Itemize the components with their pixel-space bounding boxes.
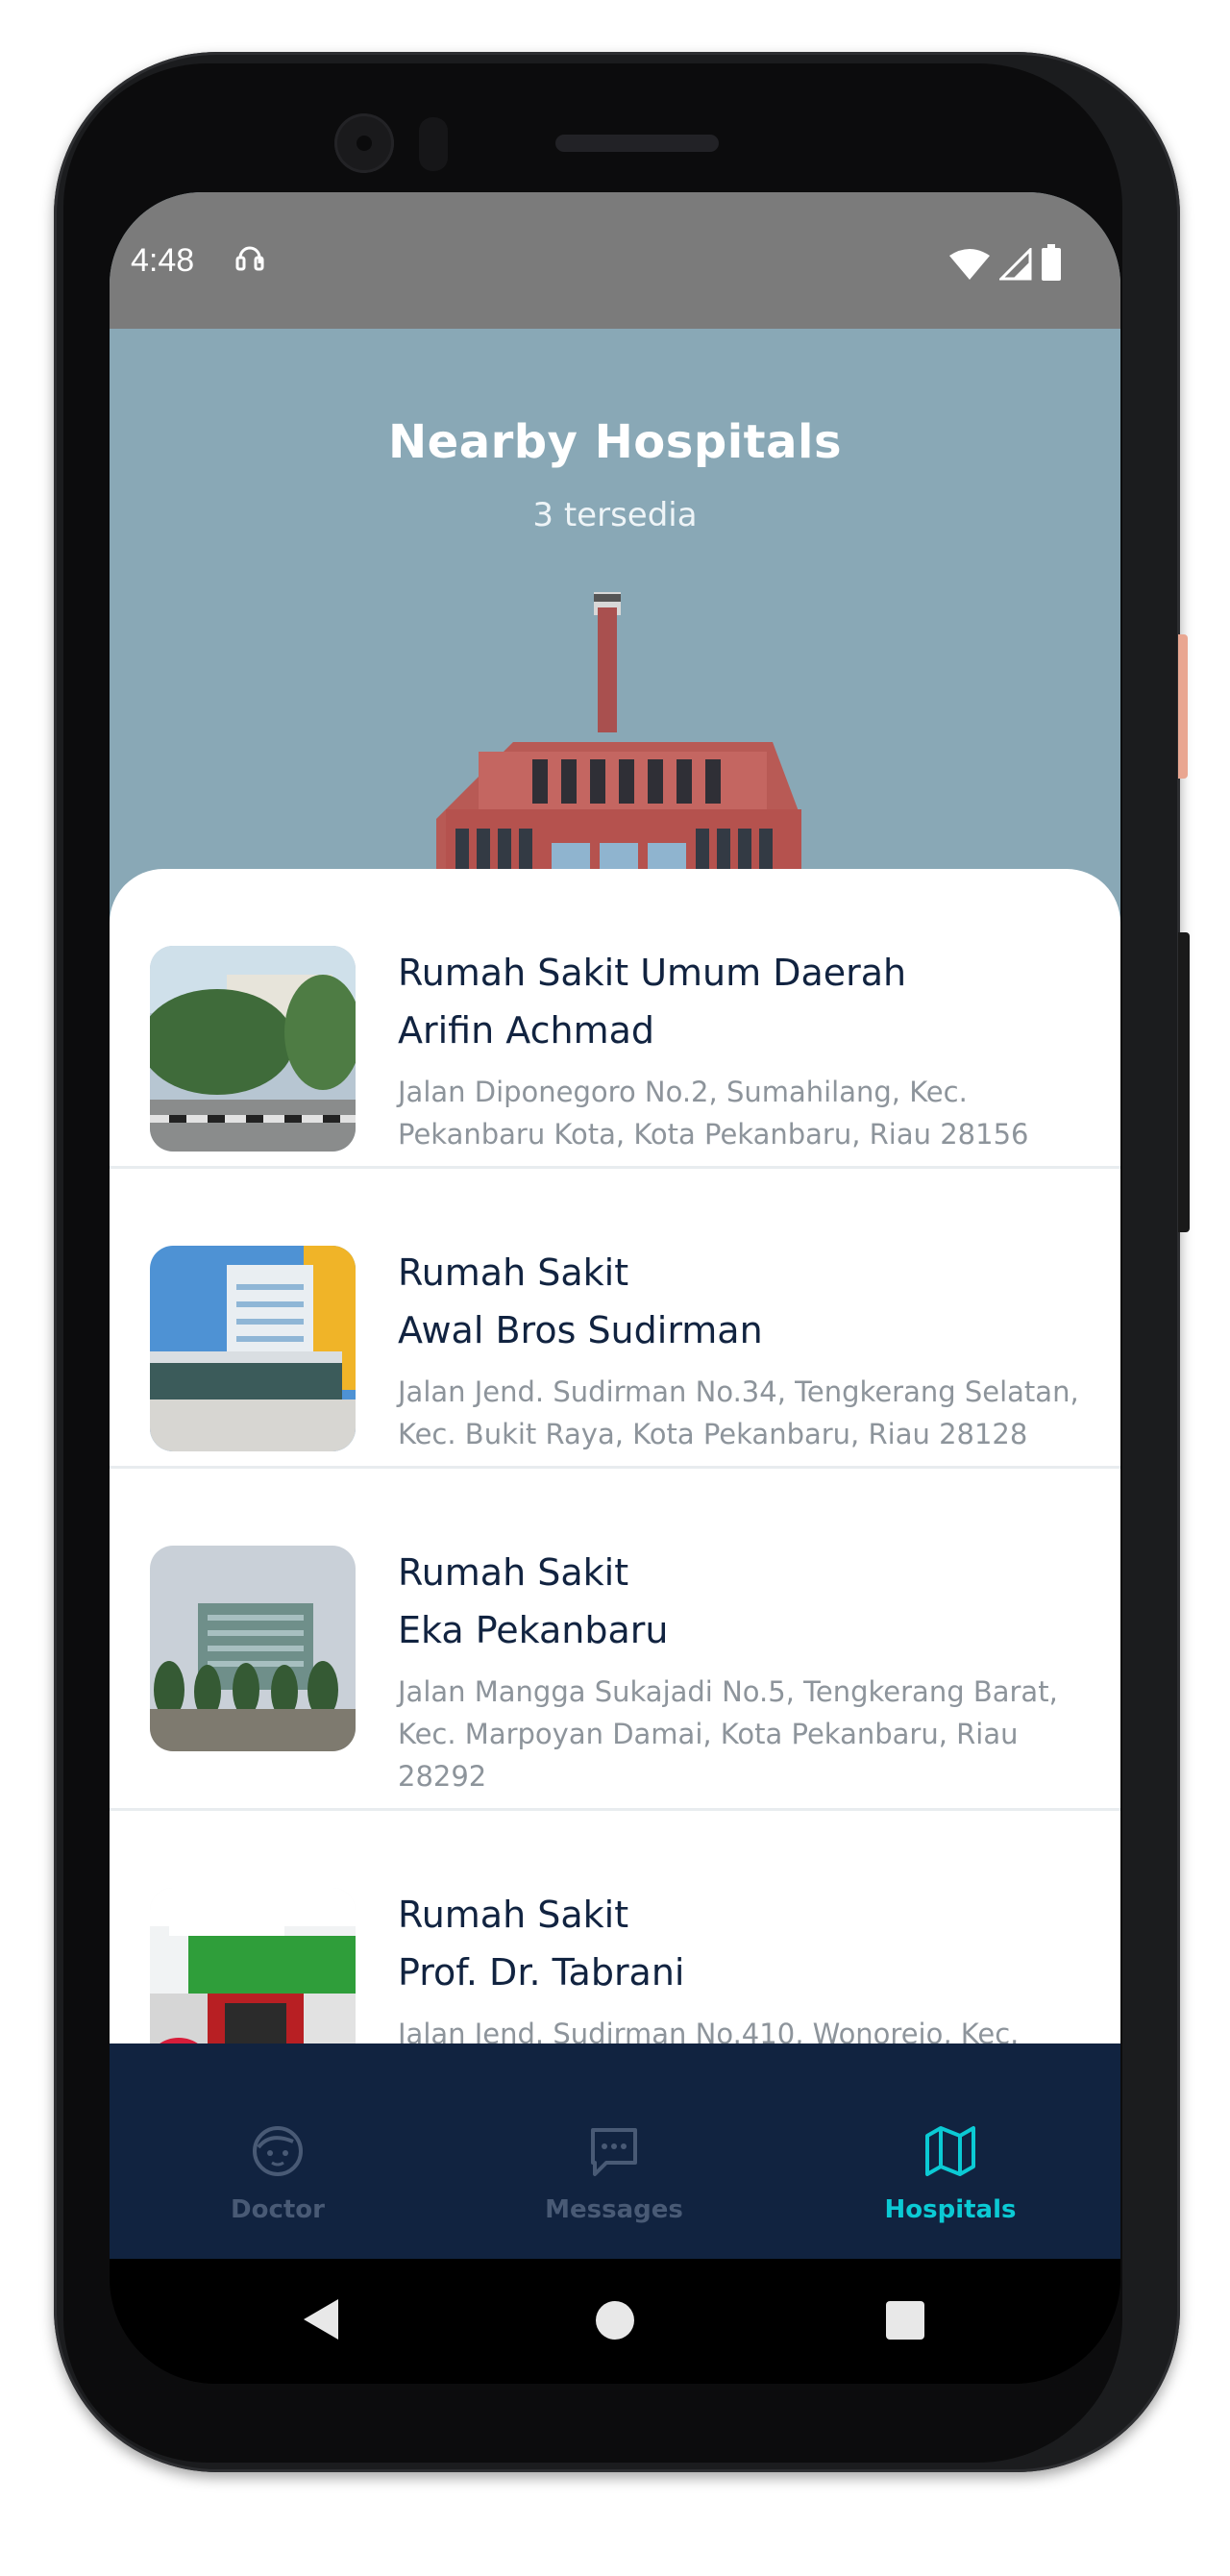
front-camera <box>334 113 394 173</box>
power-button <box>1178 634 1188 779</box>
proximity-sensor <box>419 117 448 171</box>
doctor-face-icon <box>253 2126 303 2176</box>
hospital-info: Rumah Sakit Awal Bros Sudirman Jalan Jen… <box>398 1244 1090 1455</box>
hospital-info: Rumah Sakit Eka Pekanbaru Jalan Mangga S… <box>398 1544 1090 1797</box>
hospital-address: Jalan Diponegoro No.2, Sumahilang, Kec. … <box>398 1076 1029 1151</box>
tab-doctor-label: Doctor <box>231 2195 325 2224</box>
tab-hospitals-label: Hospitals <box>884 2195 1017 2224</box>
page-title: Nearby Hospitals <box>387 415 843 469</box>
tab-hospitals[interactable]: Hospitals <box>782 2043 1119 2259</box>
message-icon <box>591 2128 637 2176</box>
hospital-list[interactable]: Rumah Sakit Umum Daerah Arifin Achmad Ja… <box>110 869 1120 2097</box>
hospital-info: Rumah Sakit Umum Daerah Arifin Achmad Ja… <box>398 944 1090 1155</box>
hospital-address: Jalan Mangga Sukajadi No.5, Tengkerang B… <box>398 1675 1058 1793</box>
home-icon[interactable] <box>596 2301 634 2340</box>
hospital-photo <box>150 946 356 1152</box>
hospital-name-line1: Rumah Sakit <box>398 1251 629 1294</box>
signal-icon <box>999 248 1032 281</box>
tab-doctor[interactable]: Doctor <box>110 2043 446 2259</box>
hospital-item[interactable]: Rumah Sakit Eka Pekanbaru Jalan Mangga S… <box>110 1469 1120 1811</box>
earpiece-speaker <box>555 135 719 152</box>
hospital-name-line1: Rumah Sakit <box>398 1894 629 1936</box>
app-screen: 4:48 Nearby Hospitals 3 tersedia Rumah S… <box>110 192 1120 2259</box>
wifi-icon <box>949 249 990 280</box>
headset-icon <box>235 246 264 271</box>
hospital-item[interactable]: Rumah Sakit Umum Daerah Arifin Achmad Ja… <box>110 869 1120 1169</box>
system-navigation-bar <box>110 2259 1120 2384</box>
hospital-photo <box>150 1546 356 1751</box>
hospital-name-line2: Awal Bros Sudirman <box>398 1309 763 1351</box>
tab-messages[interactable]: Messages <box>446 2043 782 2259</box>
volume-button <box>1178 932 1190 1232</box>
bottom-navigation: Doctor Messages Hospitals <box>110 2043 1120 2259</box>
hero-banner: Nearby Hospitals 3 tersedia <box>110 329 1120 925</box>
hospital-item[interactable]: Rumah Sakit Awal Bros Sudirman Jalan Jen… <box>110 1169 1120 1469</box>
battery-icon <box>1042 244 1061 281</box>
hospital-name-line2: Prof. Dr. Tabrani <box>398 1951 685 1994</box>
hospital-name-line2: Eka Pekanbaru <box>398 1609 669 1651</box>
available-count: 3 tersedia <box>532 496 698 534</box>
status-bar: 4:48 <box>110 192 1120 329</box>
hospital-name-line1: Rumah Sakit <box>398 1551 629 1594</box>
status-time: 4:48 <box>131 242 195 279</box>
map-icon <box>925 2126 975 2176</box>
back-icon[interactable] <box>302 2297 340 2341</box>
tab-messages-label: Messages <box>545 2195 683 2224</box>
hospital-name-line2: Arifin Achmad <box>398 1009 655 1052</box>
recent-apps-icon[interactable] <box>886 2301 924 2340</box>
status-icons <box>949 242 1061 281</box>
hospital-name-line1: Rumah Sakit Umum Daerah <box>398 952 907 994</box>
hospital-photo <box>150 1246 356 1451</box>
hospital-address: Jalan Jend. Sudirman No.34, Tengkerang S… <box>398 1375 1079 1450</box>
